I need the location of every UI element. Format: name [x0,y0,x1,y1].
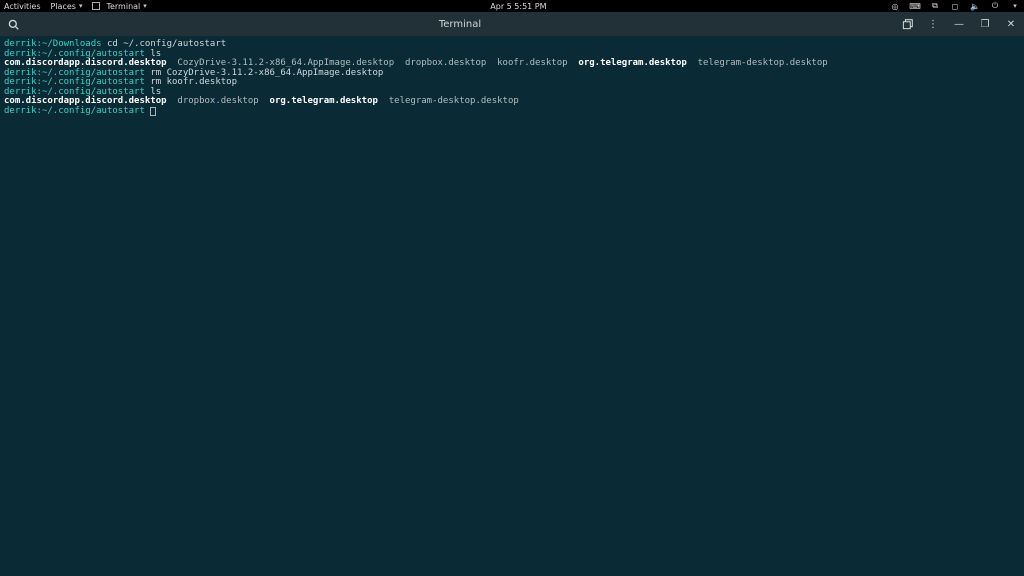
ls-entry: telegram-desktop.desktop [389,96,519,106]
chevron-down-icon: ▾ [79,2,83,10]
hamburger-menu-button[interactable]: ⋮ [926,17,940,31]
app-menu-label: Terminal [106,2,140,11]
activities-button[interactable]: Activities [4,2,41,11]
minimize-button[interactable]: — [952,17,966,31]
prompt-user: derrik [4,39,37,49]
window-title: Terminal [20,19,900,30]
system-menu-caret-icon[interactable]: ▾ [1010,1,1020,11]
screen-icon[interactable]: ◻ [950,1,960,11]
activities-label: Activities [4,2,41,11]
power-icon[interactable]: ⏻ [990,1,1000,11]
terminal-icon [92,2,100,10]
app-menu[interactable]: Terminal▾ [92,2,146,11]
new-tab-button[interactable] [900,17,914,31]
terminal-cursor [150,107,156,116]
ls-entry: org.telegram.desktop [270,96,378,106]
close-button[interactable]: ✕ [1004,17,1018,31]
ls-entry: com.discordapp.discord.desktop [4,58,167,68]
chevron-down-icon: ▾ [143,2,147,10]
ls-entry: CozyDrive-3.11.2-x86_64.AppImage.desktop [177,58,394,68]
terminal-window: Terminal ⋮ — ❐ ✕ derrik:~/Downloads cd ~… [0,12,1024,576]
places-label: Places [51,2,76,11]
command-text: cd ~/.config/autostart [107,39,226,49]
dropbox-icon[interactable]: ⧉ [930,1,940,11]
speaker-icon[interactable]: 🔈 [970,1,980,11]
prompt-path: ~/Downloads [42,39,102,49]
ls-entry: telegram-desktop.desktop [698,58,828,68]
places-menu[interactable]: Places▾ [51,2,83,11]
gnome-topbar: Activities Places▾ Terminal▾ Apr 5 5:51 … [0,0,1024,12]
maximize-button[interactable]: ❐ [978,17,992,31]
ls-entry: dropbox.desktop [405,58,486,68]
ls-entry: com.discordapp.discord.desktop [4,96,167,106]
keyboard-icon[interactable]: ⌨ [910,1,920,11]
ls-entry: koofr.desktop [497,58,567,68]
terminal-output[interactable]: derrik:~/Downloads cd ~/.config/autostar… [0,36,1024,576]
window-titlebar: Terminal ⋮ — ❐ ✕ [0,12,1024,36]
clock[interactable]: Apr 5 5:51 PM [490,2,546,11]
ls-entry: org.telegram.desktop [578,58,686,68]
tweaks-icon[interactable]: ◎ [890,1,900,11]
ls-entry: dropbox.desktop [177,96,258,106]
search-button[interactable] [6,17,20,31]
